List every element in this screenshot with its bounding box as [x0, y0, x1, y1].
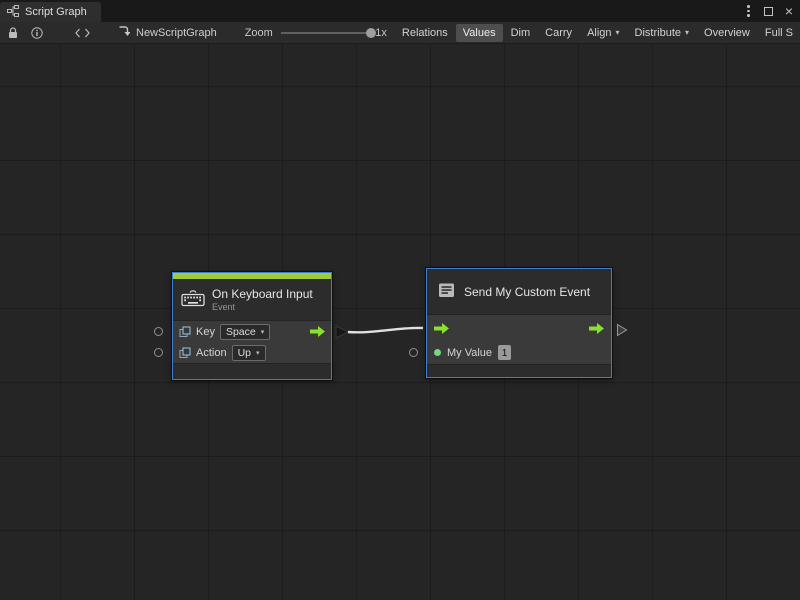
key-input-port[interactable] [154, 327, 163, 336]
caret-down-icon: ▾ [685, 28, 689, 37]
close-icon[interactable]: × [785, 4, 793, 18]
breadcrumb-label: NewScriptGraph [136, 27, 217, 39]
menu-icon[interactable] [745, 3, 752, 19]
values-button[interactable]: Values [456, 24, 503, 42]
action-dropdown[interactable]: Up ▾ [232, 345, 266, 361]
tab-bar: Script Graph × [0, 0, 800, 22]
send-node-footer [427, 364, 611, 377]
zoom-label: Zoom [245, 27, 273, 39]
node-subtitle: Event [212, 302, 313, 312]
distribute-label: Distribute [635, 27, 681, 39]
tab-title: Script Graph [25, 6, 87, 18]
zoom-slider-knob[interactable] [366, 28, 376, 38]
on-keyboard-input-node[interactable]: On Keyboard Input Event Key Space ▾ [172, 272, 332, 380]
keyboard-node-titles: On Keyboard Input Event [212, 287, 313, 312]
my-value-label: My Value [447, 347, 492, 359]
keyboard-node-footer [173, 363, 331, 379]
tab-script-graph[interactable]: Script Graph [0, 2, 101, 22]
carry-button[interactable]: Carry [538, 24, 579, 42]
flow-input-arrow[interactable] [434, 323, 449, 334]
my-value-field[interactable]: 1 [498, 345, 511, 360]
graph-icon [7, 5, 19, 20]
align-button[interactable]: Align ▾ [580, 24, 626, 42]
zoom-slider-track [281, 32, 370, 34]
wire-path [348, 328, 423, 332]
node-title: On Keyboard Input [212, 287, 313, 301]
connection-wire [0, 44, 800, 600]
send-node-header: Send My Custom Event [427, 269, 611, 315]
script-graph-asset-icon [118, 25, 130, 40]
caret-down-icon: ▾ [256, 349, 260, 357]
graph-inspector-toggle-icon[interactable] [75, 28, 90, 38]
next-flow-port-triangle[interactable] [616, 323, 628, 337]
caret-down-icon: ▾ [261, 328, 265, 336]
enum-type-icon [179, 347, 191, 359]
node-title: Send My Custom Event [464, 285, 590, 299]
align-label: Align [587, 27, 611, 39]
action-input-port[interactable] [154, 348, 163, 357]
send-my-custom-event-node[interactable]: Send My Custom Event My Value 1 [426, 268, 612, 378]
zoom-value: 1x [375, 27, 387, 39]
key-dropdown[interactable]: Space ▾ [220, 324, 270, 340]
distribute-button[interactable]: Distribute ▾ [628, 24, 696, 42]
wire-start-arrow [336, 326, 348, 338]
dim-button[interactable]: Dim [504, 24, 538, 42]
action-row: Action Up ▾ [173, 342, 331, 363]
key-dropdown-value: Space [226, 326, 256, 338]
relations-button[interactable]: Relations [395, 24, 455, 42]
window-controls: × [745, 0, 793, 22]
keyboard-node-header: On Keyboard Input Event [173, 279, 331, 321]
caret-down-icon: ▾ [616, 28, 620, 37]
info-icon[interactable] [31, 27, 43, 39]
custom-event-icon [437, 282, 457, 302]
keyboard-icon [181, 289, 205, 310]
key-row: Key Space ▾ [173, 321, 331, 342]
flow-output-arrow[interactable] [589, 323, 604, 334]
my-value-row: My Value 1 [427, 341, 611, 364]
unity-script-graph-window: Script Graph × [0, 0, 800, 600]
graph-canvas[interactable]: On Keyboard Input Event Key Space ▾ [0, 44, 800, 600]
graph-toolbar: NewScriptGraph Zoom 1x Relations Values … [0, 22, 800, 44]
enum-type-icon [179, 326, 191, 338]
action-port-label: Action [196, 347, 227, 359]
lock-icon[interactable] [8, 27, 18, 39]
zoom-slider[interactable] [281, 27, 370, 39]
breadcrumb[interactable]: NewScriptGraph [118, 25, 217, 40]
key-port-label: Key [196, 326, 215, 338]
flow-output-arrow[interactable] [310, 326, 325, 337]
my-value-input-port[interactable] [409, 348, 418, 357]
action-dropdown-value: Up [238, 347, 251, 359]
fullscreen-button[interactable]: Full S [758, 24, 800, 42]
flow-row [427, 315, 611, 341]
overview-button[interactable]: Overview [697, 24, 757, 42]
value-port-dot[interactable] [434, 349, 441, 356]
maximize-icon[interactable] [764, 7, 773, 16]
